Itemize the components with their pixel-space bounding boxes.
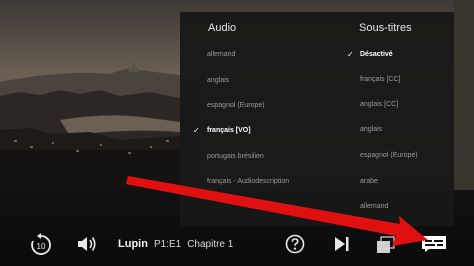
skip-back-10-icon[interactable]: 10: [30, 232, 52, 256]
subtitle-option[interactable]: espagnol (Europe): [360, 151, 418, 161]
replay-number: 10: [37, 242, 46, 251]
subtitle-option[interactable]: anglais: [360, 125, 382, 135]
subtitle-option[interactable]: allemand: [360, 202, 388, 212]
audio-option[interactable]: portugais brésilien: [207, 152, 264, 162]
episode-code: P1:E1: [153, 239, 182, 250]
subtitle-option-selected[interactable]: Désactivé: [360, 50, 393, 60]
audio-option[interactable]: espagnol (Europe): [207, 101, 265, 111]
subtitle-option[interactable]: anglais [CC]: [360, 100, 398, 110]
checkmark-icon: ✓: [193, 126, 200, 135]
next-episode-icon[interactable]: [333, 236, 351, 252]
audio-subtitles-menu: Audio allemand anglais espagnol (Europe)…: [180, 12, 454, 226]
checkmark-icon: ✓: [347, 50, 354, 59]
subtitles-header: Sous-titres: [359, 22, 412, 34]
episodes-icon[interactable]: [376, 236, 396, 254]
episode-name: Chapitre 1: [187, 239, 234, 250]
help-icon[interactable]: [285, 234, 305, 254]
subtitles-icon[interactable]: [421, 235, 447, 253]
audio-option[interactable]: français - Audiodescription: [207, 177, 289, 187]
audio-option-selected[interactable]: français [VO]: [207, 126, 251, 136]
subtitle-option[interactable]: français [CC]: [360, 75, 400, 85]
audio-option[interactable]: allemand: [207, 50, 235, 60]
show-title: Lupin: [118, 238, 148, 250]
episode-info: Lupin P1:E1 Chapitre 1: [118, 238, 233, 250]
audio-header: Audio: [208, 22, 237, 34]
audio-option[interactable]: anglais: [207, 76, 229, 86]
volume-icon[interactable]: [76, 235, 98, 253]
subtitle-option[interactable]: arabe: [360, 177, 378, 187]
